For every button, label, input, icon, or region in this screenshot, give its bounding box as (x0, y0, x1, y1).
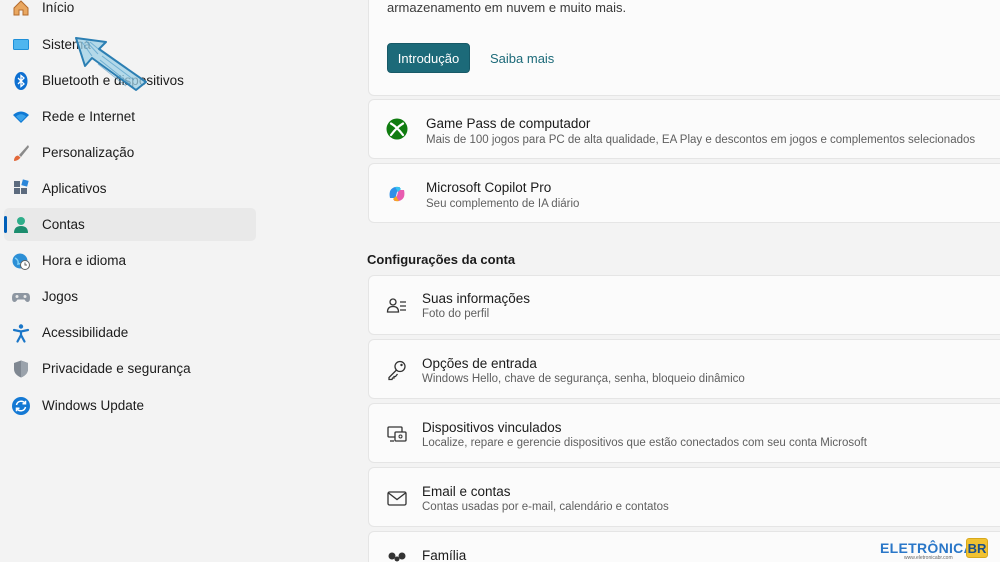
sidebar-item-rede[interactable]: Rede e Internet (4, 100, 256, 133)
key-icon (386, 359, 408, 381)
suas-informacoes-title: Suas informações (422, 291, 531, 306)
apps-icon (11, 178, 31, 199)
family-icon (386, 550, 408, 562)
linked-devices-icon (386, 423, 408, 445)
copilot-pro-subtitle: Seu complemento de IA diário (426, 198, 580, 210)
dispositivos-vinculados-title: Dispositivos vinculados (422, 420, 562, 435)
sidebar-item-label: Hora e idioma (42, 253, 127, 268)
watermark-badge: BR (966, 538, 988, 558)
watermark-text: ELETRÔNICA (880, 540, 974, 556)
game-pass-subtitle: Mais de 100 jogos para PC de alta qualid… (426, 134, 976, 146)
copilot-pro-card[interactable]: Microsoft Copilot Pro Seu complemento de… (368, 163, 1000, 223)
card-description: armazenamento em nuvem e muito mais. (387, 0, 627, 15)
eletronicabr-watermark: ELETRÔNICA BR www.eletronicabr.com (880, 538, 995, 561)
account-icon (11, 215, 31, 235)
person-info-icon (386, 295, 408, 317)
mail-icon (386, 487, 408, 509)
sidebar-item-label: Privacidade e segurança (42, 361, 191, 376)
update-icon (11, 396, 31, 416)
microsoft-365-card: armazenamento em nuvem e muito mais. Int… (368, 0, 1000, 96)
sidebar-item-label: Início (42, 0, 75, 15)
bluetooth-icon (11, 71, 31, 91)
game-pass-title: Game Pass de computador (426, 116, 591, 131)
email-contas-title: Email e contas (422, 484, 511, 499)
brush-icon (11, 143, 31, 163)
sidebar-item-inicio[interactable]: Início (4, 0, 256, 24)
sidebar-item-label: Jogos (42, 289, 79, 304)
sidebar-item-personalizacao[interactable]: Personalização (4, 136, 256, 169)
sidebar-item-label: Rede e Internet (42, 109, 136, 124)
settings-item-suas-informacoes[interactable]: Suas informações Foto do perfil (368, 275, 1000, 335)
sidebar-item-privacidade[interactable]: Privacidade e segurança (4, 352, 256, 385)
sidebar-item-label: Aplicativos (42, 181, 107, 196)
familia-title: Família (422, 548, 467, 562)
sidebar-item-hora-idioma[interactable]: Hora e idioma (4, 244, 256, 277)
opcoes-entrada-subtitle: Windows Hello, chave de segurança, senha… (422, 373, 745, 385)
settings-item-email-contas[interactable]: Email e contas Contas usadas por e-mail,… (368, 467, 1000, 527)
sidebar-item-jogos[interactable]: Jogos (4, 280, 256, 313)
game-pass-card[interactable]: Game Pass de computador Mais de 100 jogo… (368, 99, 1000, 159)
pointer-cursor-icon (75, 37, 147, 91)
saiba-mais-link[interactable]: Saiba mais (490, 51, 554, 66)
shield-icon (11, 359, 31, 379)
sidebar-item-label: Windows Update (42, 398, 145, 413)
system-icon (11, 35, 31, 55)
xbox-icon (386, 118, 408, 140)
introducao-button[interactable]: Introdução (387, 43, 470, 73)
gamepad-icon (11, 287, 31, 307)
home-icon (11, 0, 31, 18)
copilot-icon (386, 183, 408, 205)
sidebar-item-label: Personalização (42, 145, 135, 160)
settings-item-opcoes-entrada[interactable]: Opções de entrada Windows Hello, chave d… (368, 339, 1000, 399)
sidebar-item-windows-update[interactable]: Windows Update (4, 389, 256, 422)
sidebar-item-label: Acessibilidade (42, 325, 129, 340)
suas-informacoes-subtitle: Foto do perfil (422, 308, 490, 320)
account-settings-heading: Configurações da conta (367, 252, 516, 267)
sidebar-item-label: Contas (42, 217, 85, 232)
opcoes-entrada-title: Opções de entrada (422, 356, 537, 371)
sidebar-item-acessibilidade[interactable]: Acessibilidade (4, 316, 256, 349)
dispositivos-vinculados-subtitle: Localize, repare e gerencie dispositivos… (422, 437, 867, 449)
sidebar-item-contas[interactable]: Contas (4, 208, 256, 241)
settings-item-dispositivos-vinculados[interactable]: Dispositivos vinculados Localize, repare… (368, 403, 1000, 463)
wifi-icon (11, 107, 31, 127)
copilot-pro-title: Microsoft Copilot Pro (426, 180, 552, 195)
email-contas-subtitle: Contas usadas por e-mail, calendário e c… (422, 501, 669, 513)
clock-globe-icon (11, 251, 31, 271)
watermark-url: www.eletronicabr.com (904, 555, 953, 561)
sidebar-item-aplicativos[interactable]: Aplicativos (4, 172, 256, 205)
accessibility-icon (11, 323, 31, 343)
